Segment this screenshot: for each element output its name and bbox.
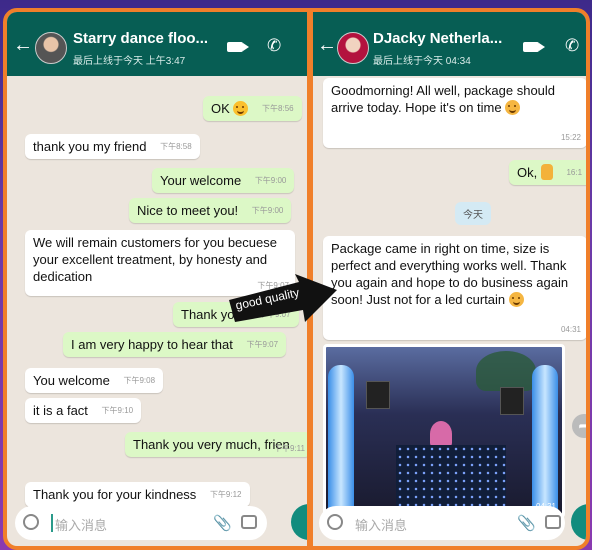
emoji-picker-icon[interactable] [327,514,343,530]
speaker [500,387,524,415]
mic-send-button[interactable] [571,504,586,540]
led-pillar [532,365,558,515]
message-composer: 输入消息 📎 [15,506,267,540]
mic-send-button[interactable] [291,504,307,540]
image-message[interactable]: 04:31 [323,344,565,518]
message-bubble[interactable]: Ok, 16:1 [509,160,586,185]
message-input[interactable]: 输入消息 [55,515,107,534]
emoji-picker-icon[interactable] [23,514,39,530]
dj-figure [430,421,452,447]
right-chat-panel: ← DJacky Netherla... 最后上线于今天 04:34 ✆ Goo… [313,12,586,546]
right-chat-header: ← DJacky Netherla... 最后上线于今天 04:34 ✆ [313,12,586,76]
day-separator: 今天 [455,202,491,225]
message-bubble[interactable]: Goodmorning! All well, package should ar… [323,78,586,148]
back-arrow-icon[interactable]: ← [13,34,33,57]
last-seen-status: 最后上线于今天 上午3:47 [73,56,186,67]
right-message-list: Goodmorning! All well, package should ar… [313,76,586,518]
message-input[interactable]: 输入消息 [355,515,407,534]
message-bubble[interactable]: Your welcome 下午9:00 [152,168,295,193]
message-bubble[interactable]: Nice to meet you! 下午9:00 [129,198,292,223]
avatar[interactable] [337,32,369,64]
message-bubble[interactable]: I am very happy to hear that 下午9:07 [63,332,287,357]
message-bubble[interactable]: thank you my friend 下午8:58 [25,134,200,159]
back-arrow-icon[interactable]: ← [317,34,337,57]
led-pillar [328,365,354,515]
screenshot-frame: ← Starry dance floo... 最后上线于今天 上午3:47 ✆ … [3,8,590,550]
message-bubble[interactable]: Thank you for your kindness 下午9:12 [25,482,250,507]
text-caret [51,514,53,532]
message-composer: 输入消息 📎 [319,506,565,540]
video-call-icon[interactable] [523,42,545,52]
left-chat-header: ← Starry dance floo... 最后上线于今天 上午3:47 ✆ [7,12,307,76]
phone-call-icon[interactable]: ✆ [267,36,281,56]
message-bubble[interactable]: Thank you very much, frien 下午9:11 [125,432,307,457]
phone-call-icon[interactable]: ✆ [565,36,579,56]
contact-name[interactable]: Starry dance floo... [73,30,208,47]
share-icon[interactable]: ➦ [572,414,586,438]
last-seen-status: 最后上线于今天 04:34 [373,56,471,67]
attach-icon[interactable]: 📎 [517,514,536,532]
camera-icon[interactable] [545,515,561,529]
dj-booth [396,445,506,515]
message-bubble[interactable]: OK 下午8:56 [203,96,302,121]
speaker [366,381,390,409]
thumbs-up-icon [540,164,553,180]
contact-name[interactable]: DJacky Netherla... [373,30,502,47]
grinning-face-icon [233,101,249,116]
message-bubble[interactable]: Package came in right on time, size is p… [323,236,586,340]
avatar[interactable] [35,32,67,64]
smiling-face-icon [505,100,521,115]
camera-icon[interactable] [241,515,257,529]
attach-icon[interactable]: 📎 [213,514,232,532]
palm-decoration [476,351,536,391]
message-bubble[interactable]: it is a fact 下午9:10 [25,398,142,423]
winking-tongue-face-icon [508,292,524,307]
message-bubble[interactable]: You welcome 下午9:08 [25,368,164,393]
video-call-icon[interactable] [227,42,249,52]
